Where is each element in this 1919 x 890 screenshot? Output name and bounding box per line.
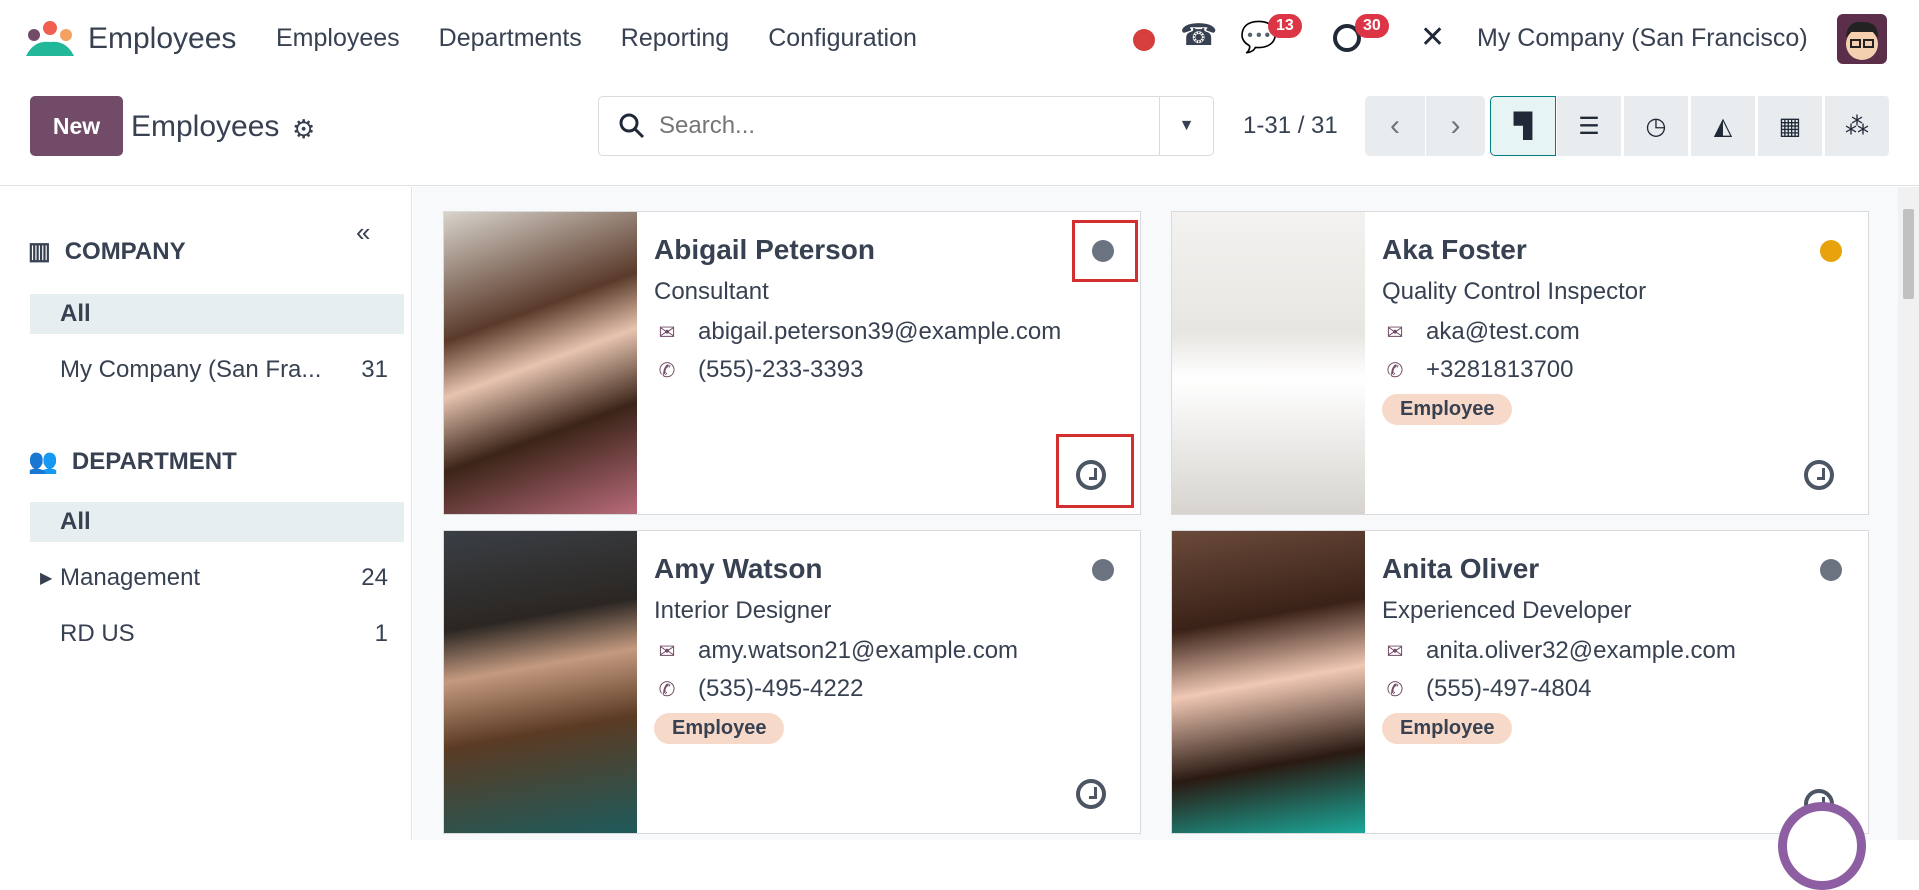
menu-departments[interactable]: Departments <box>439 24 582 53</box>
user-avatar[interactable] <box>1837 14 1887 64</box>
presence-status-icon <box>1820 240 1842 262</box>
envelope-icon: ✉ <box>658 321 676 344</box>
tools-icon[interactable]: ✕ <box>1420 20 1445 55</box>
company-section-header: ▥ COMPANY <box>28 237 186 266</box>
pivot-view-button[interactable]: ▦ <box>1758 96 1824 156</box>
phone-icon: ✆ <box>1386 359 1404 382</box>
phone-icon: ✆ <box>658 359 676 382</box>
page-title: Employees <box>131 110 280 143</box>
search-input[interactable] <box>659 109 1139 143</box>
activity-clock-icon[interactable] <box>1804 460 1834 490</box>
menu-reporting[interactable]: Reporting <box>621 24 729 53</box>
employee-name: Aka Foster <box>1382 234 1527 265</box>
employee-job: Experienced Developer <box>1382 597 1632 624</box>
collapse-panel-icon[interactable]: « <box>356 217 370 248</box>
search-panel: « ▥ COMPANY All My Company (San Fra... 31 … <box>0 187 412 840</box>
employee-name: Abigail Peterson <box>654 234 875 265</box>
pager-previous-button[interactable]: ‹ <box>1365 96 1425 156</box>
activity-clock-icon[interactable] <box>1076 779 1106 809</box>
department-filter-all[interactable]: All <box>30 502 404 542</box>
employee-photo <box>444 531 637 833</box>
building-icon: ▥ <box>28 238 51 265</box>
menu-configuration[interactable]: Configuration <box>768 24 917 53</box>
company-filter-all[interactable]: All <box>30 294 404 334</box>
employee-card[interactable]: Abigail Peterson Consultant ✉ abigail.pet… <box>443 211 1141 515</box>
employee-email: ✉ amy.watson21@example.com <box>654 637 1018 665</box>
envelope-icon: ✉ <box>658 640 676 663</box>
employee-email: ✉ aka@test.com <box>1382 318 1580 346</box>
company-switcher[interactable]: My Company (San Francisco) <box>1477 24 1808 53</box>
employee-job: Quality Control Inspector <box>1382 278 1647 305</box>
phone-icon: ✆ <box>1386 678 1404 701</box>
highlight-box <box>1056 434 1134 508</box>
hierarchy-view-button[interactable]: ⁂ <box>1825 96 1891 156</box>
employees-app-logo[interactable] <box>24 20 76 58</box>
employee-card[interactable]: Amy Watson Interior Designer ✉ amy.watson… <box>443 530 1141 834</box>
gear-icon[interactable]: ⚙ <box>292 114 315 145</box>
employee-job: Consultant <box>654 278 769 305</box>
envelope-icon: ✉ <box>1386 640 1404 663</box>
search-options-toggle[interactable]: ▼ <box>1159 97 1213 155</box>
search-bar: ▼ <box>598 96 1214 156</box>
presence-status-icon <box>1820 559 1842 581</box>
employee-tag: Employee <box>1382 713 1513 744</box>
highlight-box <box>1072 220 1138 282</box>
envelope-icon: ✉ <box>1386 321 1404 344</box>
top-navbar: Employees Employees Departments Reportin… <box>0 0 1919 80</box>
scrollbar-thumb[interactable] <box>1903 209 1914 299</box>
phone-icon[interactable]: ☎ <box>1180 18 1217 53</box>
employee-photo <box>1172 212 1365 514</box>
kanban-view-button[interactable]: ▜ <box>1490 96 1556 156</box>
employee-card[interactable]: Aka Foster Quality Control Inspector ✉ ak… <box>1171 211 1869 515</box>
employee-job: Interior Designer <box>654 597 832 624</box>
graph-view-button[interactable]: ◭ <box>1691 96 1757 156</box>
search-icon <box>619 113 645 139</box>
control-panel: New Employees ⚙ ▼ 1-31 / 31 ‹ › ▜ ☰ ◷ ◭ … <box>0 80 1919 186</box>
pager-value[interactable]: 1-31 / 31 <box>1243 112 1338 140</box>
employee-phone: ✆ +3281813700 <box>1382 356 1574 384</box>
employee-name: Amy Watson <box>654 553 823 584</box>
employee-email: ✉ anita.oliver32@example.com <box>1382 637 1736 665</box>
new-button[interactable]: New <box>30 96 123 156</box>
menu-employees[interactable]: Employees <box>276 24 400 53</box>
employee-phone: ✆ (555)-497-4804 <box>1382 675 1592 703</box>
recording-status-icon[interactable] <box>1133 29 1155 51</box>
caret-right-icon[interactable]: ▶ <box>40 568 52 588</box>
employee-phone: ✆ (535)-495-4222 <box>654 675 864 703</box>
department-filter-management[interactable]: ▶ Management 24 <box>30 558 404 598</box>
users-icon: 👥 <box>28 448 58 475</box>
employee-photo <box>444 212 637 514</box>
chat-bubble-button[interactable] <box>1778 802 1866 890</box>
presence-status-icon <box>1092 559 1114 581</box>
activity-view-button[interactable]: ◷ <box>1624 96 1690 156</box>
company-filter-my-company[interactable]: My Company (San Fra... 31 <box>30 350 404 390</box>
employee-tag: Employee <box>1382 394 1513 425</box>
app-name[interactable]: Employees <box>88 22 236 56</box>
employee-tag: Employee <box>654 713 785 744</box>
department-section-header: 👥 DEPARTMENT <box>28 447 237 476</box>
main-menu: Employees Departments Reporting Configur… <box>276 24 917 53</box>
employee-phone: ✆ (555)-233-3393 <box>654 356 864 384</box>
employee-email: ✉ abigail.peterson39@example.com <box>654 318 1062 346</box>
scrollbar[interactable] <box>1898 187 1919 840</box>
employee-photo <box>1172 531 1365 833</box>
list-view-button[interactable]: ☰ <box>1557 96 1623 156</box>
phone-icon: ✆ <box>658 678 676 701</box>
activities-badge: 30 <box>1355 14 1389 38</box>
employee-name: Anita Oliver <box>1382 553 1540 584</box>
messages-badge: 13 <box>1268 14 1302 38</box>
employee-card[interactable]: Anita Oliver Experienced Developer ✉ anit… <box>1171 530 1869 834</box>
department-filter-rd-us[interactable]: RD US 1 <box>30 614 404 654</box>
pager-next-button[interactable]: › <box>1425 96 1485 156</box>
